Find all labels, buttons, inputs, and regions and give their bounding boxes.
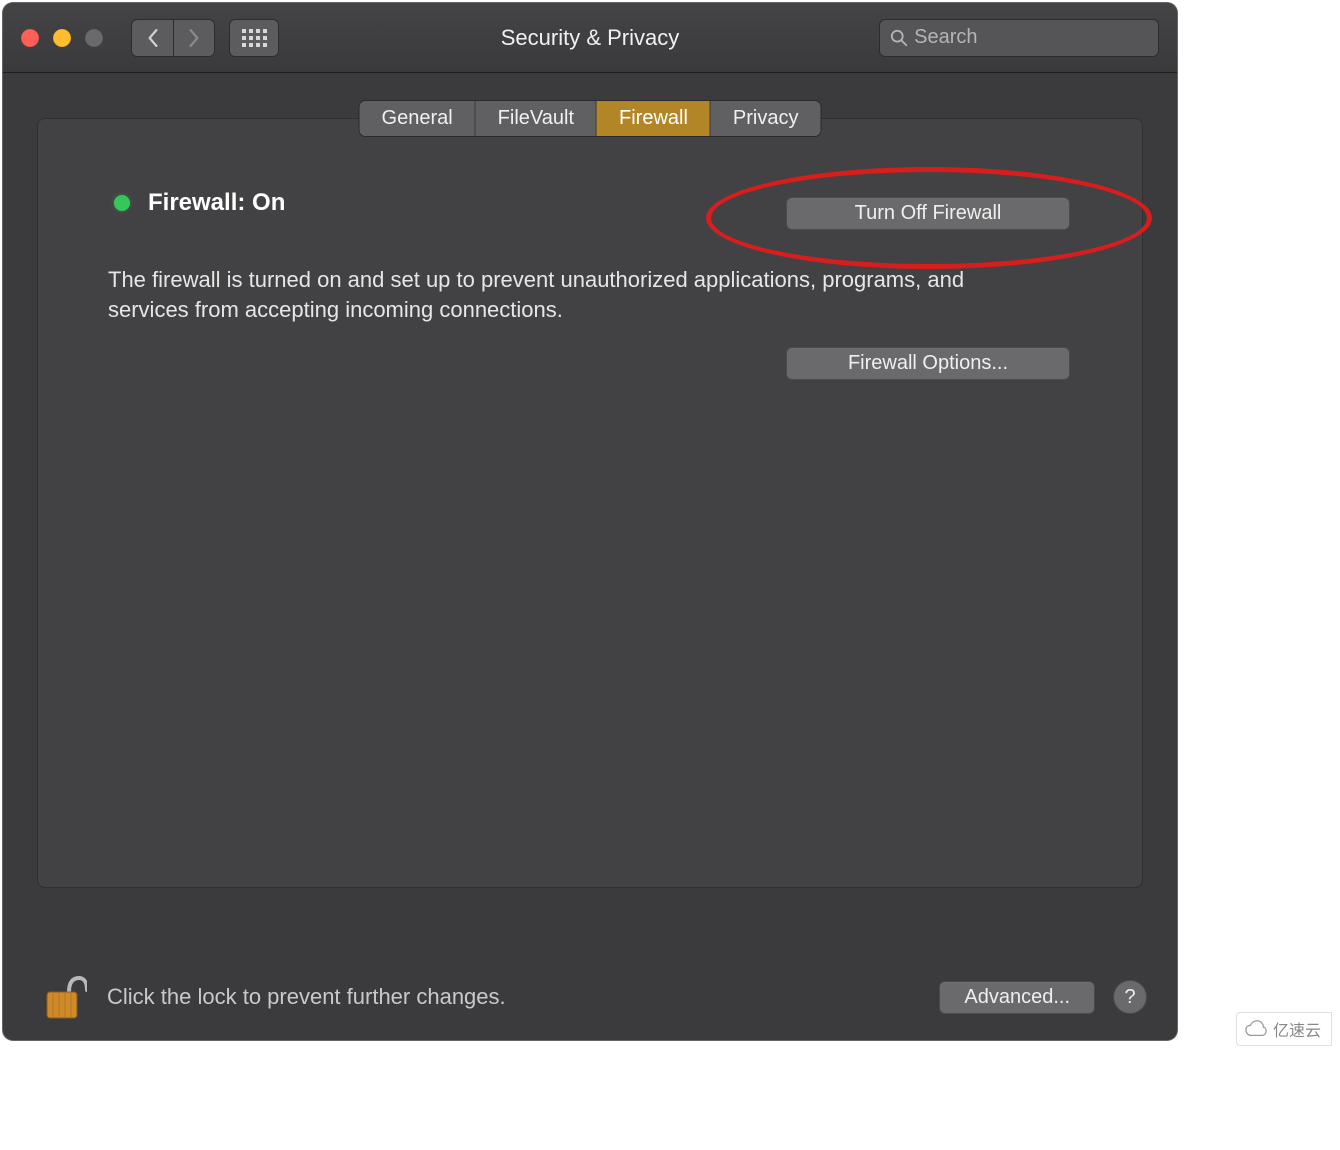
watermark: 亿速云 [1236, 1012, 1332, 1046]
firewall-options-button[interactable]: Firewall Options... [786, 347, 1070, 380]
firewall-status-label: Firewall: On [148, 189, 285, 217]
search-field[interactable] [879, 19, 1159, 57]
lock-hint-text: Click the lock to prevent further change… [107, 984, 506, 1010]
titlebar: Security & Privacy [3, 3, 1177, 73]
tab-privacy[interactable]: Privacy [711, 101, 821, 136]
footer: Click the lock to prevent further change… [43, 972, 1147, 1022]
forward-button[interactable] [173, 19, 215, 57]
show-all-button[interactable] [229, 19, 279, 57]
lock-button[interactable] [43, 972, 87, 1022]
tab-filevault[interactable]: FileVault [476, 101, 597, 136]
search-icon [890, 28, 908, 48]
turn-off-firewall-button[interactable]: Turn Off Firewall [786, 197, 1070, 230]
grid-icon [242, 29, 267, 47]
preferences-window: Security & Privacy General FileVault Fir… [3, 3, 1177, 1040]
watermark-text: 亿速云 [1273, 1017, 1321, 1041]
search-input[interactable] [914, 26, 1148, 49]
minimize-window-button[interactable] [53, 29, 71, 47]
window-controls [21, 29, 103, 47]
close-window-button[interactable] [21, 29, 39, 47]
advanced-button[interactable]: Advanced... [939, 981, 1095, 1014]
tab-firewall[interactable]: Firewall [597, 101, 711, 136]
cloud-icon [1245, 1020, 1267, 1038]
tab-general[interactable]: General [360, 101, 476, 136]
help-button[interactable]: ? [1113, 980, 1147, 1014]
status-indicator-icon [114, 195, 130, 211]
nav-buttons [131, 19, 215, 57]
chevron-right-icon [187, 29, 201, 47]
back-button[interactable] [131, 19, 173, 57]
unlocked-lock-icon [43, 972, 87, 1022]
tab-bar: General FileVault Firewall Privacy [360, 101, 821, 136]
content-pane: General FileVault Firewall Privacy Firew… [37, 118, 1143, 888]
firewall-description: The firewall is turned on and set up to … [108, 265, 1048, 324]
chevron-left-icon [146, 29, 160, 47]
zoom-window-button[interactable] [85, 29, 103, 47]
window-title: Security & Privacy [501, 25, 680, 51]
